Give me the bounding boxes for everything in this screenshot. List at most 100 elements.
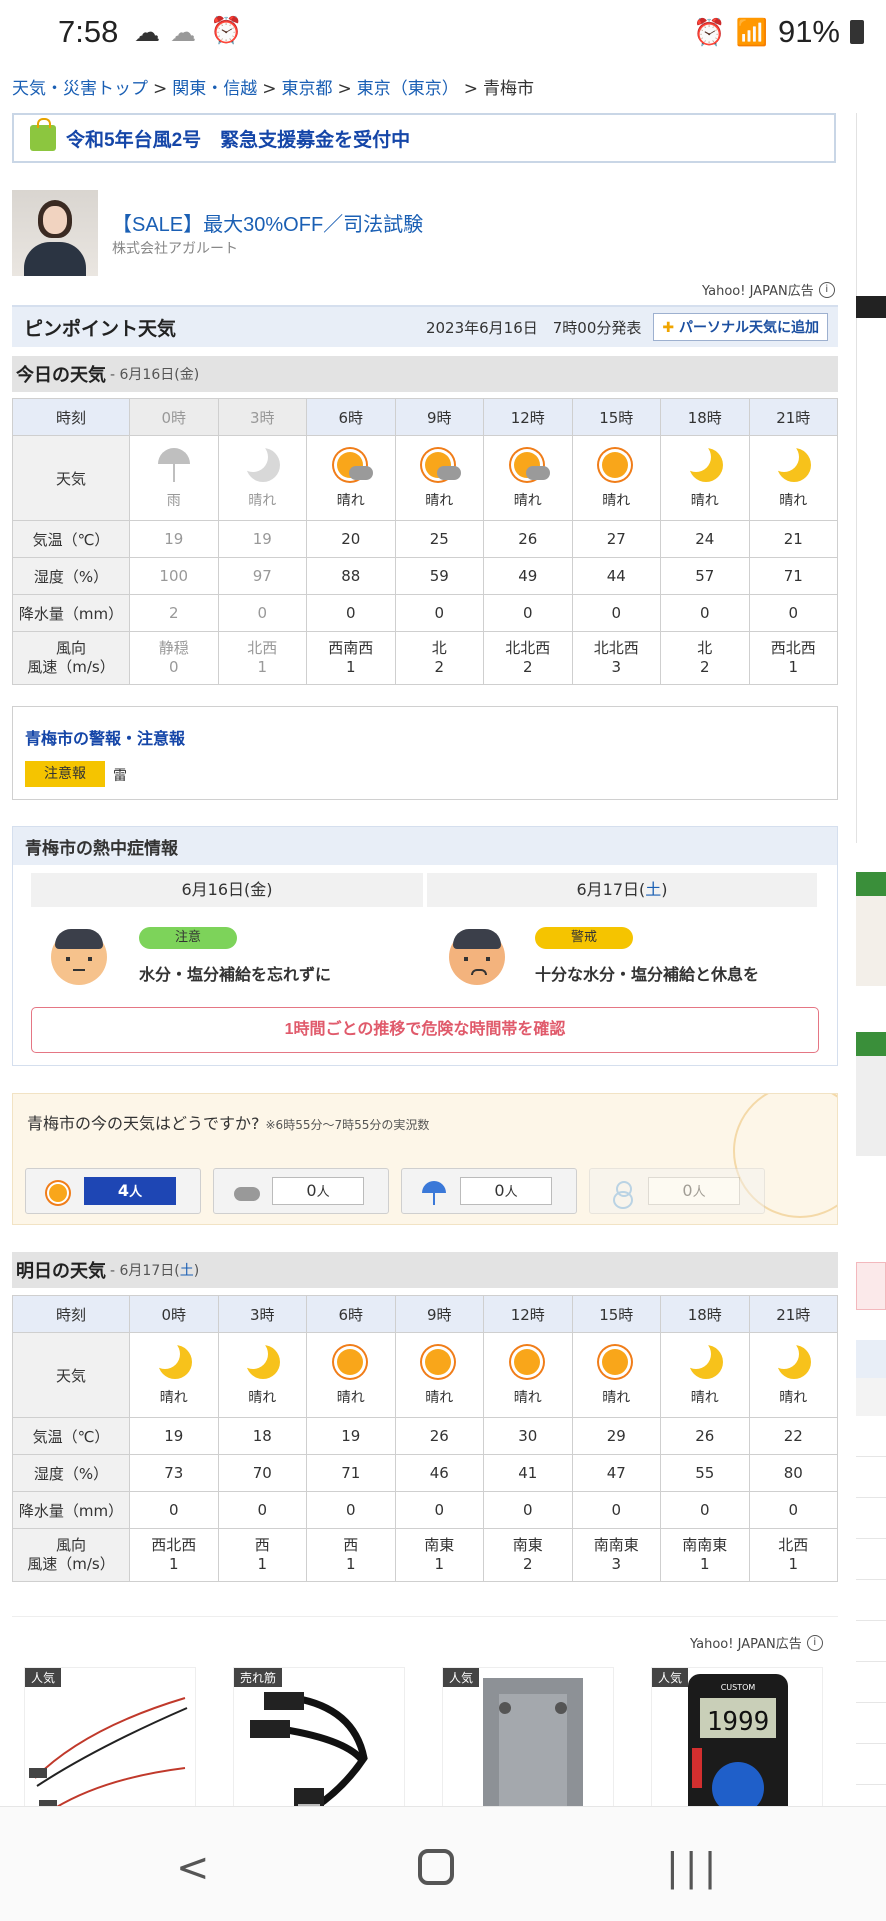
humidity-cell: 59 xyxy=(394,557,484,595)
breadcrumb-link[interactable]: 東京（東京） xyxy=(357,79,459,99)
hour-cell: 3時 xyxy=(217,1295,307,1333)
info-icon[interactable]: i xyxy=(818,281,835,298)
wind-cell: 北2 xyxy=(660,631,750,685)
tomorrow-title: 明日の天気 xyxy=(16,1261,106,1281)
cloud-icon xyxy=(234,1181,260,1205)
wifi-icon: 📶 xyxy=(735,16,768,47)
wind-direction: 西 xyxy=(343,1535,359,1554)
vote-sunny-button[interactable]: 4人 xyxy=(25,1168,201,1214)
meter-display: 1999 xyxy=(707,1707,770,1737)
ad-label[interactable]: Yahoo! JAPAN広告 i xyxy=(690,1633,823,1652)
weather-cell: 晴れ xyxy=(748,1332,838,1418)
back-icon[interactable]: < xyxy=(176,1845,210,1891)
product-card[interactable]: 人気 xyxy=(442,1667,614,1817)
date-text: ) xyxy=(266,880,273,899)
weather-cell: 晴れ xyxy=(217,1332,307,1418)
weather-label: 晴れ xyxy=(425,493,454,509)
weather-cell: 雨 xyxy=(129,435,219,521)
vote-count-number: 4 xyxy=(117,1181,130,1200)
row-label: 気温（℃） xyxy=(12,1417,130,1455)
wind-direction: 南南東 xyxy=(593,1535,639,1554)
product-tag: 売れ筋 xyxy=(234,1668,283,1687)
usb-cable-image xyxy=(250,1692,368,1816)
side-column-bar xyxy=(856,296,886,318)
shopping-bag-icon xyxy=(30,118,56,151)
precip-cell: 0 xyxy=(483,1491,573,1529)
wind-speed: 1 xyxy=(699,1555,710,1573)
product-card[interactable]: 人気 xyxy=(24,1667,196,1817)
precip-cell: 0 xyxy=(748,1491,838,1529)
row-label: 風向 風速（m/s） xyxy=(12,1528,130,1582)
info-icon[interactable]: i xyxy=(806,1634,823,1651)
recents-icon[interactable]: ||| xyxy=(666,1845,722,1889)
weather-label: 晴れ xyxy=(336,1390,365,1406)
add-personal-weather-button[interactable]: ✚ パーソナル天気に追加 xyxy=(653,313,828,341)
breadcrumb-link[interactable]: 東京都 xyxy=(282,79,333,99)
vote-count: 0人 xyxy=(460,1177,552,1205)
hour-row: 時刻 0時 3時 6時 9時 12時 15時 18時 21時 xyxy=(12,398,838,436)
humidity-cell: 57 xyxy=(660,557,750,595)
product-tag: 人気 xyxy=(652,1668,689,1687)
wind-row: 風向 風速（m/s） 静穏 0 北西 1 西南西 1 北 2 北北西 2 北北西 3 北 2 西北西 1 xyxy=(12,631,838,685)
today-date: - 6月16日(金) xyxy=(110,364,199,384)
side-column-alert xyxy=(856,1262,886,1310)
moon-icon xyxy=(238,1339,282,1383)
weather-cell: 晴れ xyxy=(660,1332,750,1418)
wind-speed: 1 xyxy=(788,1555,799,1573)
heat-message: 水分・塩分補給を忘れずに xyxy=(139,967,332,984)
meter-brand: CUSTOM xyxy=(721,1683,756,1692)
hour-cell: 15時 xyxy=(571,1295,661,1333)
ad-banner[interactable]: 【SALE】最大30%OFF／司法試験 株式会社アガルート xyxy=(12,190,838,278)
weather-label: 晴れ xyxy=(336,493,365,509)
alerts-title[interactable]: 青梅市の警報・注意報 xyxy=(25,725,185,749)
temp-cell: 19 xyxy=(129,1417,219,1455)
product-card[interactable]: 1999 CUSTOM 人気 xyxy=(651,1667,823,1817)
home-icon[interactable] xyxy=(418,1849,454,1885)
weather-label: 晴れ xyxy=(159,1390,188,1406)
moon-icon xyxy=(769,1339,813,1383)
umbrella-icon xyxy=(422,1181,446,1205)
product-card[interactable]: 売れ筋 xyxy=(233,1667,405,1817)
wind-speed: 1 xyxy=(257,658,268,676)
sun-icon xyxy=(331,1343,371,1383)
side-column-list xyxy=(856,1416,886,1796)
humidity-cell: 47 xyxy=(571,1454,661,1492)
vote-cloudy-button[interactable]: 0人 xyxy=(213,1168,389,1214)
side-column-subheader xyxy=(856,1378,886,1416)
donation-banner[interactable]: 令和5年台風2号 緊急支援募金を受付中 xyxy=(12,113,836,163)
weather-cell: 晴れ xyxy=(306,435,396,521)
ad-label[interactable]: Yahoo! JAPAN広告 i xyxy=(702,280,835,299)
plus-icon: ✚ xyxy=(662,320,679,336)
ad-title[interactable]: 【SALE】最大30%OFF／司法試験 xyxy=(112,208,423,237)
vote-rain-button[interactable]: 0人 xyxy=(401,1168,577,1214)
breadcrumb-link[interactable]: 関東・信越 xyxy=(172,79,257,99)
wind-cell: 北2 xyxy=(394,631,484,685)
heatstroke-header: 青梅市の熱中症情報 xyxy=(13,827,837,865)
vote-snow-button[interactable]: 0人 xyxy=(589,1168,765,1214)
moon-icon xyxy=(149,1339,194,1383)
sun-icon xyxy=(596,1343,636,1383)
battery-icon xyxy=(850,20,864,44)
precip-cell: 0 xyxy=(306,1491,396,1529)
wind-direction: 西 xyxy=(254,1535,270,1554)
hour-cell: 18時 xyxy=(660,398,750,436)
weather-cell: 晴れ xyxy=(129,1332,219,1418)
humidity-cell: 80 xyxy=(748,1454,838,1492)
advisory-item: 雷 xyxy=(113,768,127,784)
row-label: 湿度（%） xyxy=(12,557,130,595)
breadcrumb-link[interactable]: 天気・災害トップ xyxy=(12,79,148,99)
side-column-header xyxy=(856,1340,886,1378)
multimeter-image: 1999 CUSTOM xyxy=(688,1674,788,1816)
cloud-icon: ☁ xyxy=(170,18,196,48)
row-label: 湿度（%） xyxy=(12,1454,130,1492)
row-label: 時刻 xyxy=(12,1295,130,1333)
temp-row: 気温（℃） 19 18 19 26 30 29 26 22 xyxy=(12,1417,838,1455)
tomorrow-section-header: 明日の天気 - 6月17日(土) xyxy=(12,1252,838,1288)
wind-direction: 北西 xyxy=(778,1535,809,1554)
hourly-heat-link[interactable]: 1時間ごとの推移で危険な時間帯を確認 xyxy=(31,1007,819,1053)
weather-label: 晴れ xyxy=(779,1390,808,1406)
wind-speed: 1 xyxy=(257,1555,268,1573)
vote-count: 0人 xyxy=(272,1177,364,1205)
sun-cloud-icon xyxy=(331,446,373,486)
breadcrumb: 天気・災害トップ > 関東・信越 > 東京都 > 東京（東京） > 青梅市 xyxy=(12,74,534,99)
